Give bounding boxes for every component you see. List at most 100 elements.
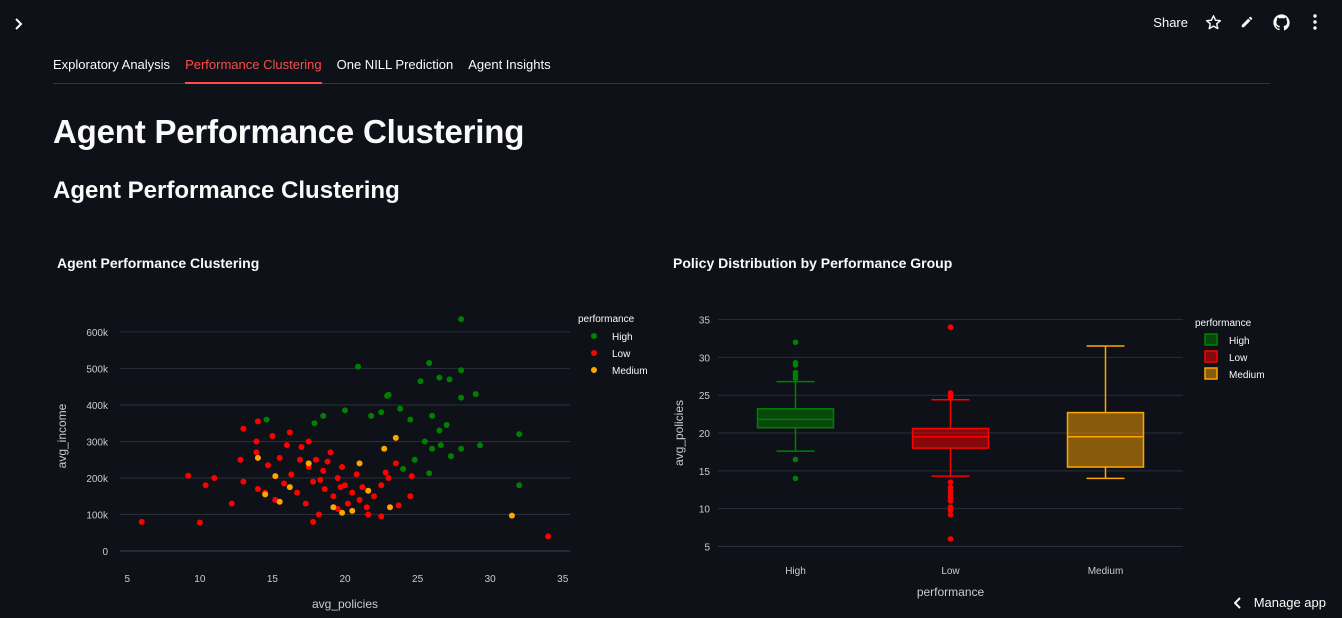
legend-marker-high (1204, 333, 1218, 346)
star-icon[interactable] (1204, 13, 1222, 31)
box-plot-chart[interactable]: 5 10 15 20 25 30 35 High Low Medium performance avg… (668, 290, 1288, 610)
scatter-point-high (429, 445, 436, 452)
scatter-point-medium (339, 509, 346, 516)
scatter-point-low (283, 442, 290, 449)
more-icon[interactable] (1306, 13, 1324, 31)
scatter-point-medium (356, 460, 363, 467)
scatter-point-low (407, 493, 414, 500)
tab-bar: Exploratory Analysis Performance Cluster… (53, 48, 1270, 84)
outlier-point-low (947, 498, 954, 504)
scatter-point-low (138, 518, 145, 525)
manage-app-button[interactable]: Manage app (1233, 595, 1326, 610)
scatter-point-low (334, 475, 341, 481)
scatter-point-low (298, 443, 305, 450)
scatter-chart[interactable]: 0 100k 200k 300k 400k 500k 600k 5 10 15 20 25 30 35 av… (50, 290, 670, 611)
scatter-point-low (324, 458, 331, 465)
outlier-point-low (947, 536, 954, 542)
scatter-point-low (339, 464, 346, 471)
scatter-point-high (446, 376, 453, 383)
scatter-point-low (281, 480, 288, 487)
scatter-point-medium (381, 445, 388, 452)
scatter-point-low (321, 485, 328, 492)
y-tick-label: 600k (86, 328, 109, 339)
box-chart-title: Policy Distribution by Performance Group (673, 255, 953, 271)
x-tick-label: 25 (412, 574, 424, 585)
scatter-point-high (411, 456, 418, 463)
chevron-left-icon (1233, 596, 1241, 609)
scatter-point-low (265, 462, 272, 469)
scatter-point-low (392, 460, 399, 467)
scatter-point-low (337, 484, 344, 491)
y-tick-label: 100k (86, 511, 109, 522)
y-tick-label: 10 (699, 505, 711, 516)
box-low (911, 427, 990, 449)
scatter-point-high (426, 359, 433, 366)
x-tick-label: 35 (557, 574, 569, 585)
scatter-point-low (545, 533, 552, 540)
scatter-point-low (365, 511, 372, 518)
scatter-point-high (516, 482, 523, 489)
outlier-point-high (792, 339, 799, 346)
y-axis-label: avg_policies (672, 400, 686, 466)
y-tick-label: 300k (86, 437, 109, 448)
y-axis-label: avg_income (55, 403, 69, 468)
scatter-point-low (276, 454, 283, 461)
x-tick-label: Medium (1088, 566, 1124, 577)
scatter-point-low (288, 471, 295, 478)
scatter-point-low (344, 500, 351, 507)
legend-marker-medium (591, 367, 597, 373)
scatter-point-low (356, 496, 363, 503)
scatter-point-low (371, 493, 378, 500)
github-icon[interactable] (1272, 13, 1290, 31)
tab-one-nill-prediction[interactable]: One NILL Prediction (337, 48, 454, 82)
y-tick-label: 20 (699, 429, 711, 440)
sidebar-toggle-button[interactable] (10, 14, 28, 34)
scatter-point-high (400, 465, 407, 472)
outlier-point-high (792, 456, 799, 463)
scatter-point-low (312, 456, 319, 463)
legend-label-high: High (612, 332, 633, 343)
scatter-point-low (382, 469, 389, 476)
scatter-point-medium (305, 460, 312, 467)
x-tick-label: Low (941, 566, 960, 577)
share-button[interactable]: Share (1153, 15, 1188, 30)
x-tick-label: 30 (485, 574, 497, 585)
y-tick-label: 30 (699, 353, 711, 364)
scatter-point-low (395, 502, 402, 509)
scatter-point-high (437, 442, 444, 449)
scatter-point-low (330, 493, 337, 500)
scatter-point-low (211, 475, 218, 481)
page-title: Agent Performance Clustering (53, 113, 525, 150)
scatter-point-medium (508, 512, 515, 519)
scatter-point-high (426, 470, 433, 477)
scatter-point-high (516, 431, 523, 438)
scatter-point-low (317, 476, 324, 483)
scatter-point-medium (349, 507, 356, 514)
tab-agent-insights[interactable]: Agent Insights (468, 48, 550, 82)
legend-marker-low (591, 350, 597, 356)
chevron-right-icon (15, 18, 23, 30)
scatter-point-low (310, 478, 317, 485)
legend-label-low: Low (612, 349, 631, 360)
legend-label-medium: Medium (1229, 370, 1265, 381)
x-tick-label: 15 (267, 574, 279, 585)
outlier-point-low (947, 511, 954, 518)
outlier-point-high (792, 475, 799, 482)
scatter-point-low (240, 425, 247, 432)
scatter-point-low (237, 456, 244, 463)
x-tick-label: High (785, 566, 806, 577)
tab-performance-clustering[interactable]: Performance Clustering (185, 48, 322, 84)
scatter-chart-title: Agent Performance Clustering (57, 255, 260, 271)
legend-marker-high (591, 333, 597, 339)
scatter-point-low (254, 418, 261, 425)
scatter-point-low (305, 438, 312, 445)
tab-exploratory-analysis[interactable]: Exploratory Analysis (53, 48, 170, 82)
scatter-point-high (458, 316, 465, 323)
x-axis-label: performance (917, 585, 985, 599)
scatter-point-high (458, 394, 465, 401)
scatter-point-low (378, 513, 385, 520)
scatter-point-low (228, 500, 235, 507)
scatter-point-low (253, 438, 260, 445)
scatter-point-low (327, 449, 334, 456)
edit-icon[interactable] (1238, 13, 1256, 31)
